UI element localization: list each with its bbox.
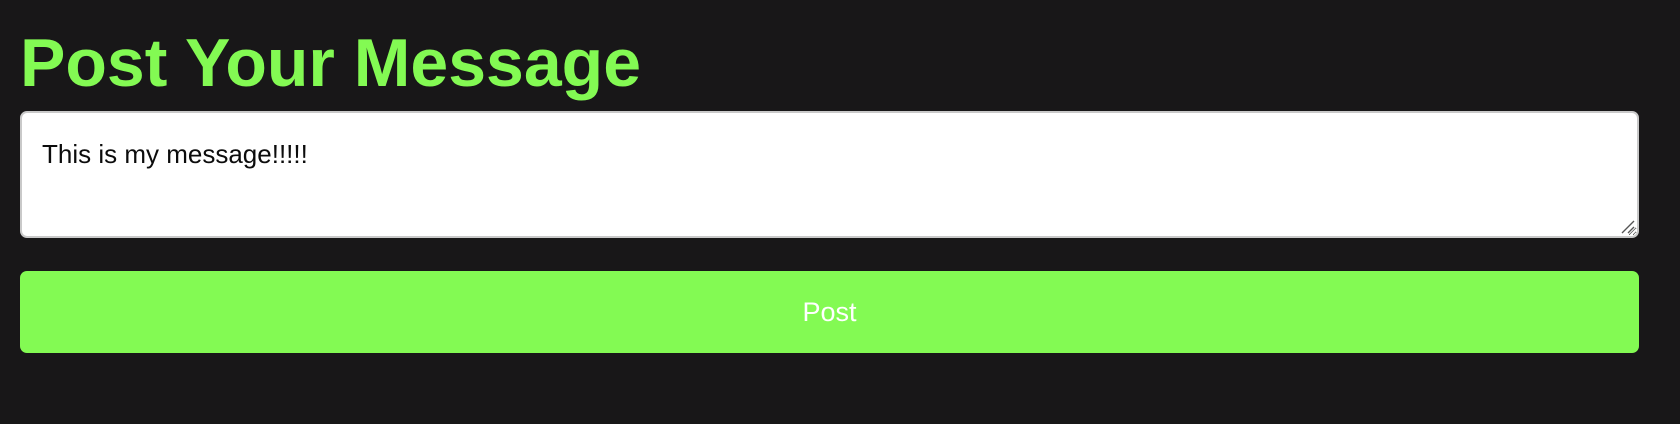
post-button[interactable]: Post (20, 271, 1639, 353)
message-textarea[interactable] (20, 111, 1639, 238)
message-field-container (20, 0, 1639, 240)
resize-grip-icon[interactable] (1621, 220, 1635, 234)
